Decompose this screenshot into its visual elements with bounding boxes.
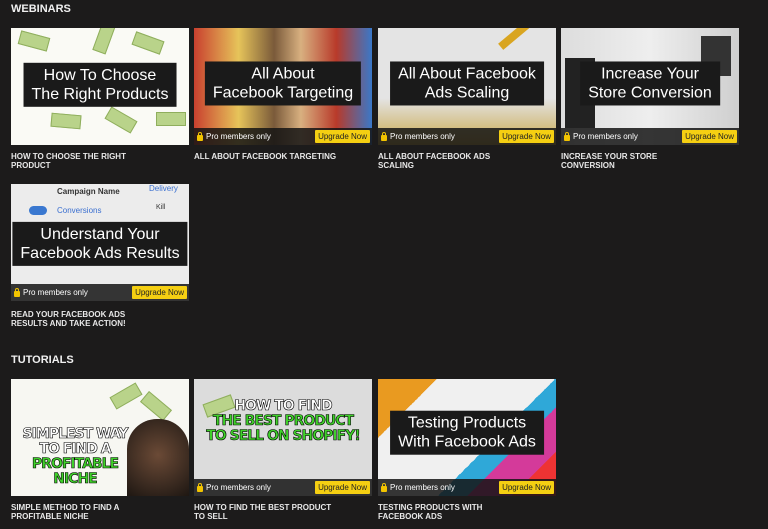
pro-members-label: Pro members only: [206, 132, 271, 141]
thumbnail[interactable]: Campaign Name Delivery Conversions Kill …: [11, 184, 189, 301]
thumbnail-caption: SIMPLEST WAY TO FIND A PROFITABLE NICHE: [22, 426, 129, 487]
card-title[interactable]: Read your Facebook ads results and take …: [11, 310, 161, 328]
chimp-image: [127, 419, 189, 496]
upgrade-now-button[interactable]: Upgrade Now: [132, 286, 187, 299]
pro-members-bar: Pro members only Upgrade Now: [561, 128, 739, 145]
thumbnail-caption: All About Facebook Targeting: [204, 60, 362, 105]
tutorial-card[interactable]: HOW TO FIND THE BEST PRODUCT TO SELL ON SH…: [194, 379, 372, 521]
upgrade-now-button[interactable]: Upgrade Now: [499, 481, 554, 494]
card-title[interactable]: How to choose the right product: [11, 152, 161, 170]
pro-members-bar: Pro members only Upgrade Now: [194, 128, 372, 145]
webinar-card[interactable]: How To Choose The Right Products How to c…: [11, 28, 189, 170]
thumbnail[interactable]: SIMPLEST WAY TO FIND A PROFITABLE NICHE: [11, 379, 189, 496]
thumbnail[interactable]: All About Facebook Ads Scaling Pro member…: [378, 28, 556, 145]
pro-members-bar: Pro members only Upgrade Now: [378, 128, 556, 145]
pro-members-bar: Pro members only Upgrade Now: [194, 479, 372, 496]
thumbnail[interactable]: All About Facebook Targeting Pro members …: [194, 28, 372, 145]
thumbnail[interactable]: HOW TO FIND THE BEST PRODUCT TO SELL ON SH…: [194, 379, 372, 496]
card-title[interactable]: Simple method to find a profitable niche: [11, 503, 161, 521]
lock-icon: [564, 131, 570, 141]
thumbnail-caption: Increase Your Store Conversion: [580, 60, 720, 105]
webinar-card[interactable]: All About Facebook Targeting Pro members …: [194, 28, 372, 161]
section-heading-tutorials: TUTORIALS: [11, 354, 74, 366]
thumbnail-caption: Testing Products With Facebook Ads: [390, 410, 544, 455]
pro-members-label: Pro members only: [23, 288, 88, 297]
lock-icon: [381, 131, 387, 141]
card-title[interactable]: All about Facebook targeting: [194, 152, 344, 161]
webinar-card[interactable]: Increase Your Store Conversion Pro member…: [561, 28, 739, 170]
upgrade-now-button[interactable]: Upgrade Now: [315, 130, 370, 143]
webinar-card[interactable]: Campaign Name Delivery Conversions Kill …: [11, 184, 189, 328]
tutorial-card[interactable]: SIMPLEST WAY TO FIND A PROFITABLE NICHE Si…: [11, 379, 189, 521]
tutorial-card[interactable]: Testing Products With Facebook Ads Pro me…: [378, 379, 556, 521]
bg-text: Kill: [156, 204, 166, 211]
lock-icon: [197, 131, 203, 141]
card-title[interactable]: Testing products with Facebook ads: [378, 503, 528, 521]
thumbnail-caption: How To Choose The Right Products: [23, 62, 177, 107]
bg-text: Conversions: [57, 206, 102, 215]
card-title[interactable]: How to find the best product to sell: [194, 503, 344, 521]
pro-members-label: Pro members only: [390, 132, 455, 141]
lock-icon: [381, 482, 387, 492]
card-title[interactable]: All about Facebook ads scaling: [378, 152, 528, 170]
section-heading-webinars: WEBINARS: [11, 3, 71, 15]
thumbnail-caption: All About Facebook Ads Scaling: [390, 60, 544, 105]
thumbnail[interactable]: Testing Products With Facebook Ads Pro me…: [378, 379, 556, 496]
thumbnail[interactable]: Increase Your Store Conversion Pro member…: [561, 28, 739, 145]
bg-text: Delivery: [149, 184, 178, 193]
upgrade-now-button[interactable]: Upgrade Now: [682, 130, 737, 143]
pro-members-label: Pro members only: [390, 483, 455, 492]
pro-members-bar: Pro members only Upgrade Now: [11, 284, 189, 301]
pro-members-label: Pro members only: [573, 132, 638, 141]
thumbnail[interactable]: How To Choose The Right Products: [11, 28, 189, 145]
thumbnail-caption: HOW TO FIND THE BEST PRODUCT TO SELL ON SH…: [206, 398, 361, 444]
bg-text: Campaign Name: [57, 187, 120, 196]
pro-members-bar: Pro members only Upgrade Now: [378, 479, 556, 496]
lock-icon: [197, 482, 203, 492]
upgrade-now-button[interactable]: Upgrade Now: [499, 130, 554, 143]
card-title[interactable]: Increase your store conversion: [561, 152, 711, 170]
thumbnail-caption: Understand Your Facebook Ads Results: [12, 221, 188, 266]
lock-icon: [14, 287, 20, 297]
upgrade-now-button[interactable]: Upgrade Now: [315, 481, 370, 494]
pro-members-label: Pro members only: [206, 483, 271, 492]
webinar-card[interactable]: All About Facebook Ads Scaling Pro member…: [378, 28, 556, 170]
